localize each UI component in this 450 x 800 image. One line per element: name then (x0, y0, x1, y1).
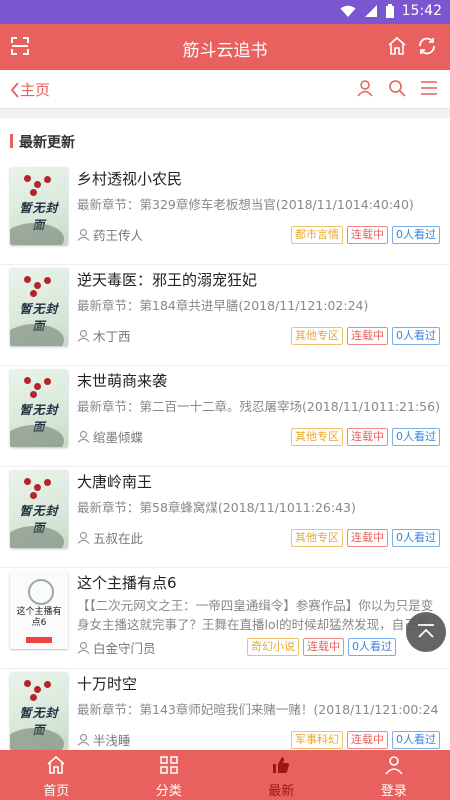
menu-icon[interactable] (420, 79, 438, 97)
views-tag: 0人看过 (392, 327, 440, 345)
book-cover: 暂无封面 (10, 167, 68, 245)
tab-login[interactable]: 登录 (338, 750, 450, 800)
status-tag: 连载中 (303, 638, 344, 656)
author-name: 绾墨倾蝶 (93, 430, 144, 445)
user-icon (385, 756, 403, 775)
book-title: 大唐岭南王 (77, 473, 153, 491)
bottom-tab-bar: 首页 分类 最新 登录 (0, 750, 450, 800)
home-icon[interactable] (386, 35, 408, 57)
user-icon[interactable] (356, 79, 374, 97)
section-marker (10, 134, 13, 148)
book-title: 逆天毒医：邪王的溺宠狂妃 (77, 271, 258, 289)
book-title: 乡村透视小农民 (77, 170, 183, 188)
author-icon (77, 641, 90, 654)
book-author: 药王传人 (77, 225, 143, 244)
author-name: 五叔在此 (93, 531, 144, 546)
category-tag: 军事科幻 (291, 731, 343, 749)
book-latest-chapter: 最新章节：第329章修车老板想当官(2018/11/1014:40:40) (77, 197, 414, 212)
tab-label: 首页 (43, 784, 70, 799)
book-latest-chapter: 最新章节：第二百一十二章。残忍屠宰场(2018/11/1011:21:56) (77, 399, 439, 414)
author-icon (77, 430, 90, 443)
tab-category[interactable]: 分类 (113, 750, 226, 800)
book-item[interactable]: 暂无封面 大唐岭南王 最新章节：第58章蜂窝煤(2018/11/1011:26:… (0, 467, 450, 568)
book-title: 十万时空 (77, 675, 138, 693)
book-description: 【【二次元网文之王：一帝四皇通缉令】参赛作品】你以为只是变身女主播这就完事了？王… (77, 598, 434, 632)
back-label: 主页 (20, 81, 51, 99)
tab-latest[interactable]: 最新 (225, 750, 338, 800)
book-author: 五叔在此 (77, 528, 143, 547)
book-item[interactable]: 暂无封面 逆天毒医：邪王的溺宠狂妃 最新章节：第184章共进早膳(2018/11… (0, 265, 450, 366)
cat-mascot-image (28, 579, 54, 605)
book-cover: 这个主播有点6 (10, 571, 68, 649)
app-bar: 筋斗云追书 (0, 24, 450, 70)
section-title: 最新更新 (19, 135, 75, 151)
views-tag: 0人看过 (348, 638, 396, 656)
views-tag: 0人看过 (392, 731, 440, 749)
section-header: 最新更新 (0, 118, 450, 164)
latest-updates-list: 最新更新 暂无封面 乡村透视小农民 最新章节：第329章修车老板想当官(2018… (0, 118, 450, 750)
tab-label: 最新 (268, 784, 295, 799)
book-item[interactable]: 暂无封面 十万时空 最新章节：第143章师妃暄我们来赌一赌！(2018/11/1… (0, 669, 450, 750)
status-tag: 连载中 (347, 529, 388, 547)
back-home-link[interactable]: 主页 (10, 79, 50, 100)
chevron-left-icon (10, 81, 19, 98)
book-item[interactable]: 暂无封面 末世萌商来袭 最新章节：第二百一十二章。残忍屠宰场(2018/11/1… (0, 366, 450, 467)
category-tag: 其他专区 (291, 428, 343, 446)
home-icon (47, 755, 65, 774)
thumb-up-icon (273, 757, 290, 773)
author-name: 木丁西 (93, 329, 131, 344)
nav-bar: 主页 (0, 70, 450, 109)
search-icon[interactable] (388, 79, 406, 97)
views-tag: 0人看过 (392, 529, 440, 547)
book-item[interactable]: 暂无封面 乡村透视小农民 最新章节：第329章修车老板想当官(2018/11/1… (0, 164, 450, 265)
book-author: 白金守门员 (77, 638, 156, 657)
refresh-icon[interactable] (416, 35, 438, 57)
author-name: 药王传人 (93, 228, 144, 243)
tab-label: 登录 (380, 784, 407, 799)
category-tag: 都市言情 (291, 226, 343, 244)
status-tag: 连载中 (347, 428, 388, 446)
book-cover: 暂无封面 (10, 672, 68, 750)
author-icon (77, 531, 90, 544)
book-latest-chapter: 最新章节：第184章共进早膳(2018/11/121:02:24) (77, 298, 369, 313)
category-tag: 奇幻小说 (247, 638, 299, 656)
cover-title-text: 这个主播有点6 (16, 607, 62, 628)
book-title: 末世萌商来袭 (77, 372, 168, 390)
tab-home[interactable]: 首页 (0, 750, 113, 800)
status-bar: 15:42 (0, 0, 450, 24)
book-cover: 暂无封面 (10, 268, 68, 346)
book-cover: 暂无封面 (10, 470, 68, 548)
author-icon (77, 228, 90, 241)
status-tag: 连载中 (347, 731, 388, 749)
grid-icon (160, 756, 178, 774)
views-tag: 0人看过 (392, 428, 440, 446)
book-latest-chapter: 最新章节：第58章蜂窝煤(2018/11/1011:26:43) (77, 500, 356, 515)
author-icon (77, 733, 90, 746)
book-latest-chapter: 最新章节：第143章师妃暄我们来赌一赌！(2018/11/121:00:24) (77, 702, 439, 717)
category-tag: 其他专区 (291, 529, 343, 547)
app-title: 筋斗云追书 (182, 41, 268, 61)
author-icon (77, 329, 90, 342)
status-tag: 连载中 (347, 226, 388, 244)
author-name: 半浅睡 (93, 733, 131, 748)
status-tag: 连载中 (347, 327, 388, 345)
book-author: 木丁西 (77, 326, 131, 345)
scroll-to-top-button[interactable] (406, 612, 446, 652)
author-name: 白金守门员 (93, 641, 156, 656)
status-time: 15:42 (401, 3, 442, 19)
signal-icon (364, 5, 377, 17)
chevron-up-icon (418, 624, 434, 638)
wifi-icon (340, 5, 356, 17)
book-author: 半浅睡 (77, 730, 131, 749)
tab-label: 分类 (155, 784, 182, 799)
book-author: 绾墨倾蝶 (77, 427, 143, 446)
battery-icon (385, 4, 394, 18)
category-tag: 其他专区 (291, 327, 343, 345)
book-title: 这个主播有点6 (77, 574, 177, 592)
views-tag: 0人看过 (392, 226, 440, 244)
book-cover: 暂无封面 (10, 369, 68, 447)
book-item[interactable]: 这个主播有点6 这个主播有点6 【【二次元网文之王：一帝四皇通缉令】参赛作品】你… (0, 568, 450, 669)
